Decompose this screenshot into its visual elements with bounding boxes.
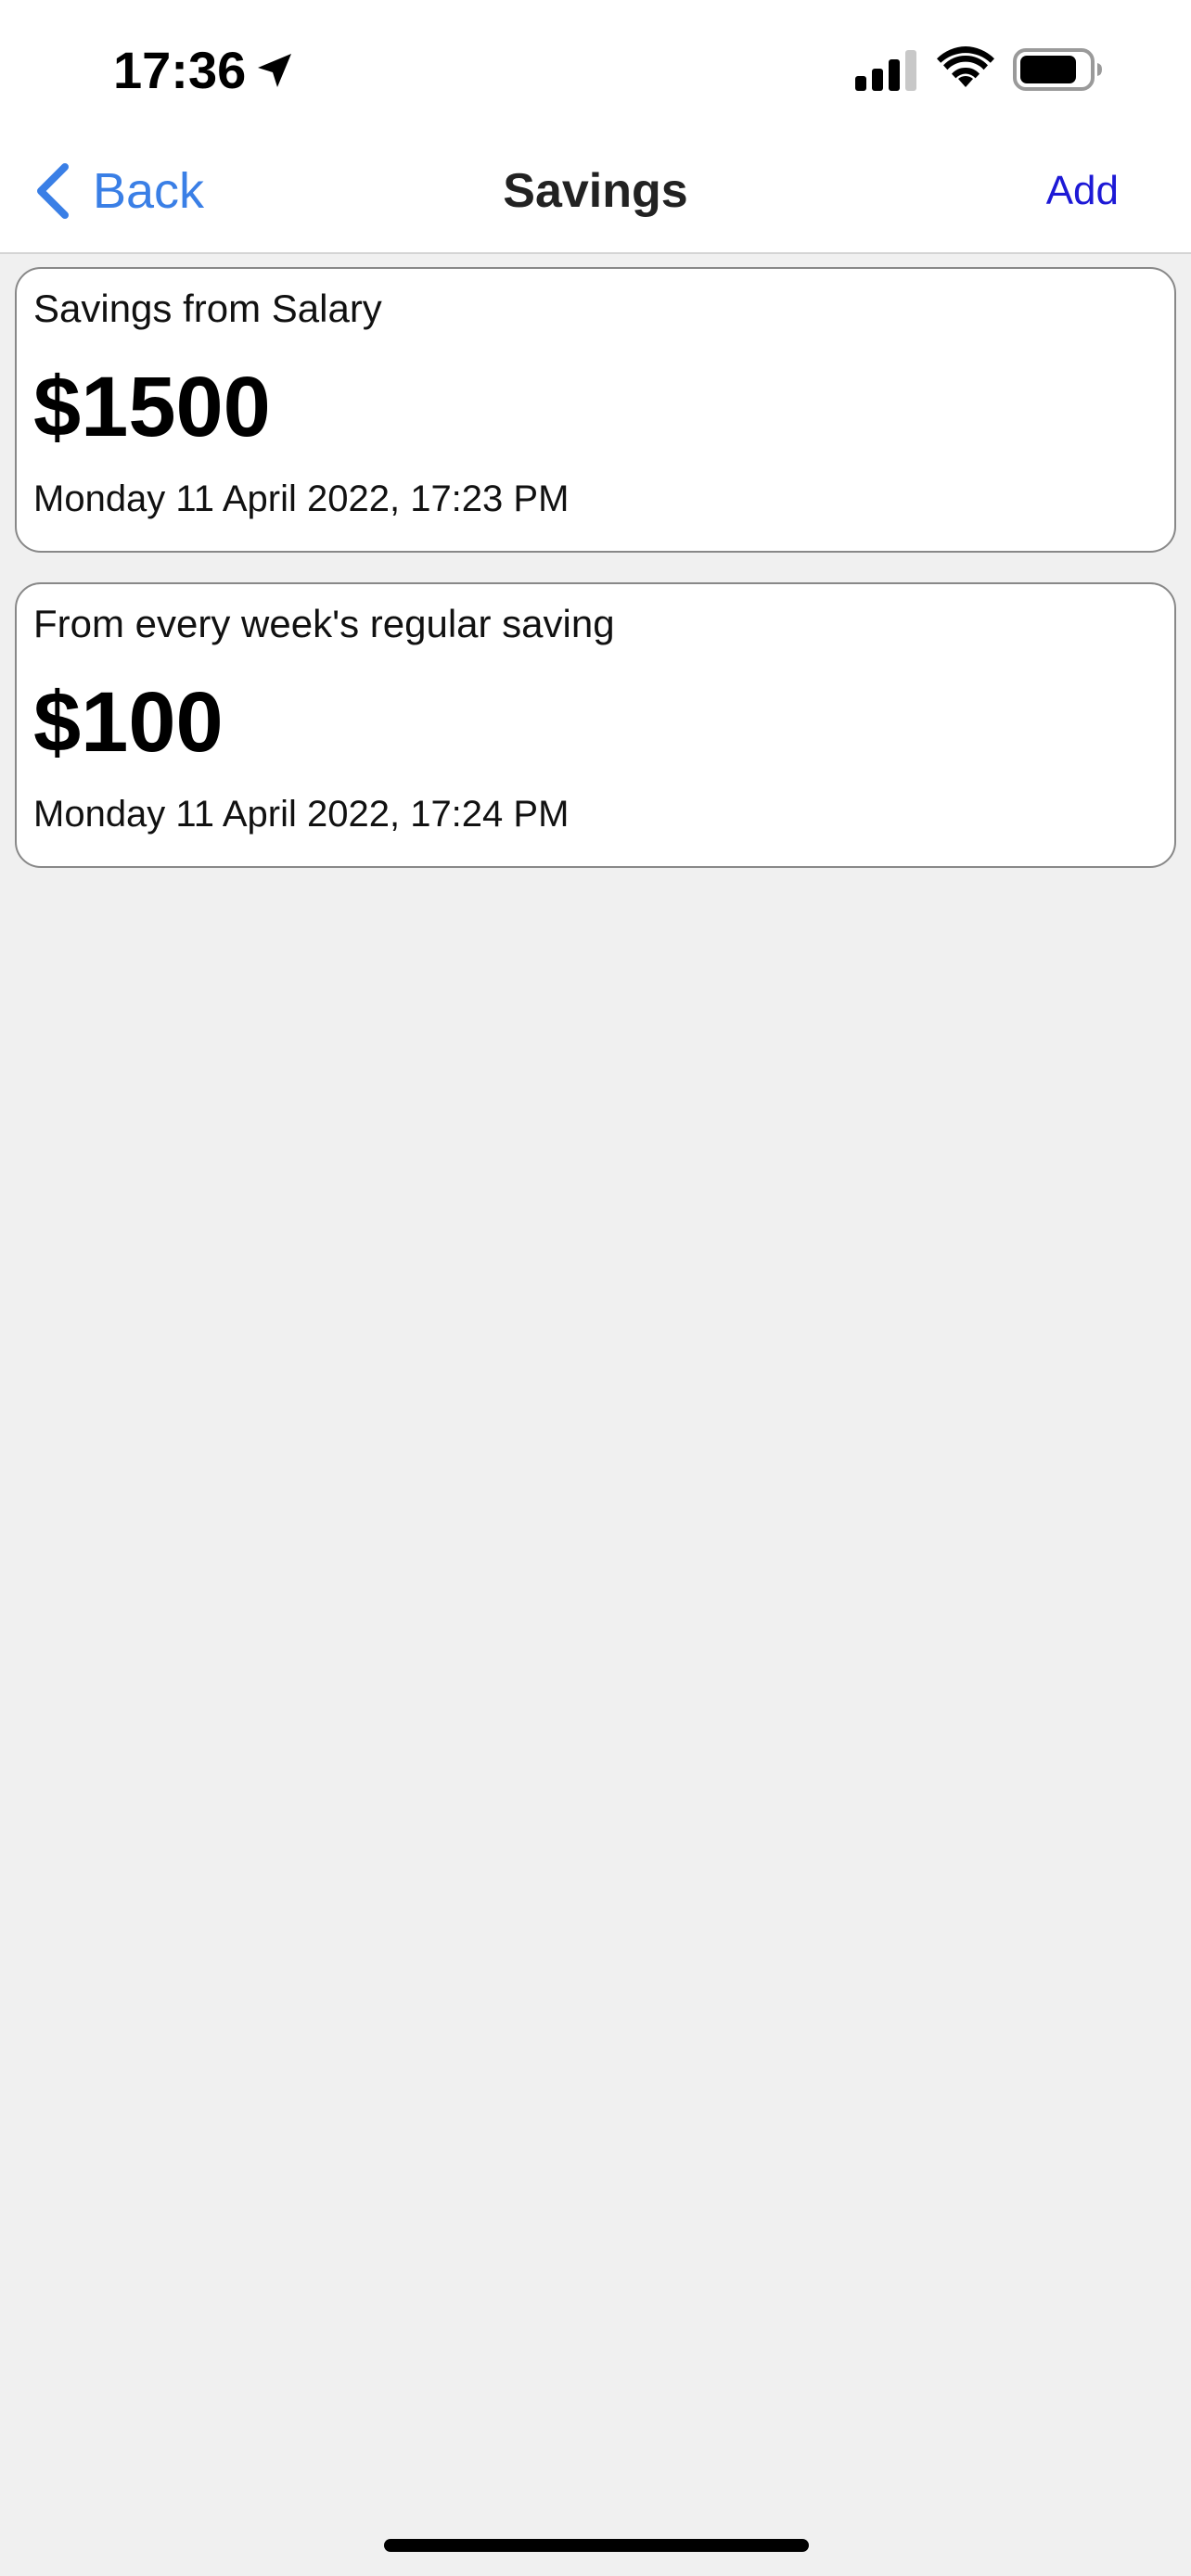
cellular-signal-icon: [855, 50, 916, 91]
location-arrow-icon: [258, 54, 291, 87]
home-indicator: [384, 2539, 809, 2552]
savings-date: Monday 11 April 2022, 17:23 PM: [33, 478, 570, 519]
savings-amount: $1500: [33, 360, 271, 454]
header-area: 17:36 Back Savings Add: [0, 0, 1191, 254]
savings-title: From every week's regular saving: [33, 602, 615, 645]
savings-list: Savings from Salary $1500 Monday 11 Apri…: [15, 267, 1176, 898]
savings-date: Monday 11 April 2022, 17:24 PM: [33, 794, 570, 835]
back-label: Back: [93, 163, 205, 219]
savings-card[interactable]: From every week's regular saving $100 Mo…: [15, 582, 1176, 868]
savings-title: Savings from Salary: [33, 287, 382, 330]
battery-icon: [1013, 48, 1102, 91]
chevron-left-icon: [37, 163, 69, 219]
back-button[interactable]: Back: [33, 158, 204, 224]
savings-amount: $100: [33, 675, 224, 770]
status-time: 17:36: [113, 41, 247, 99]
wifi-icon: [937, 46, 994, 87]
savings-card[interactable]: Savings from Salary $1500 Monday 11 Apri…: [15, 267, 1176, 553]
add-button[interactable]: Add: [1046, 158, 1119, 224]
